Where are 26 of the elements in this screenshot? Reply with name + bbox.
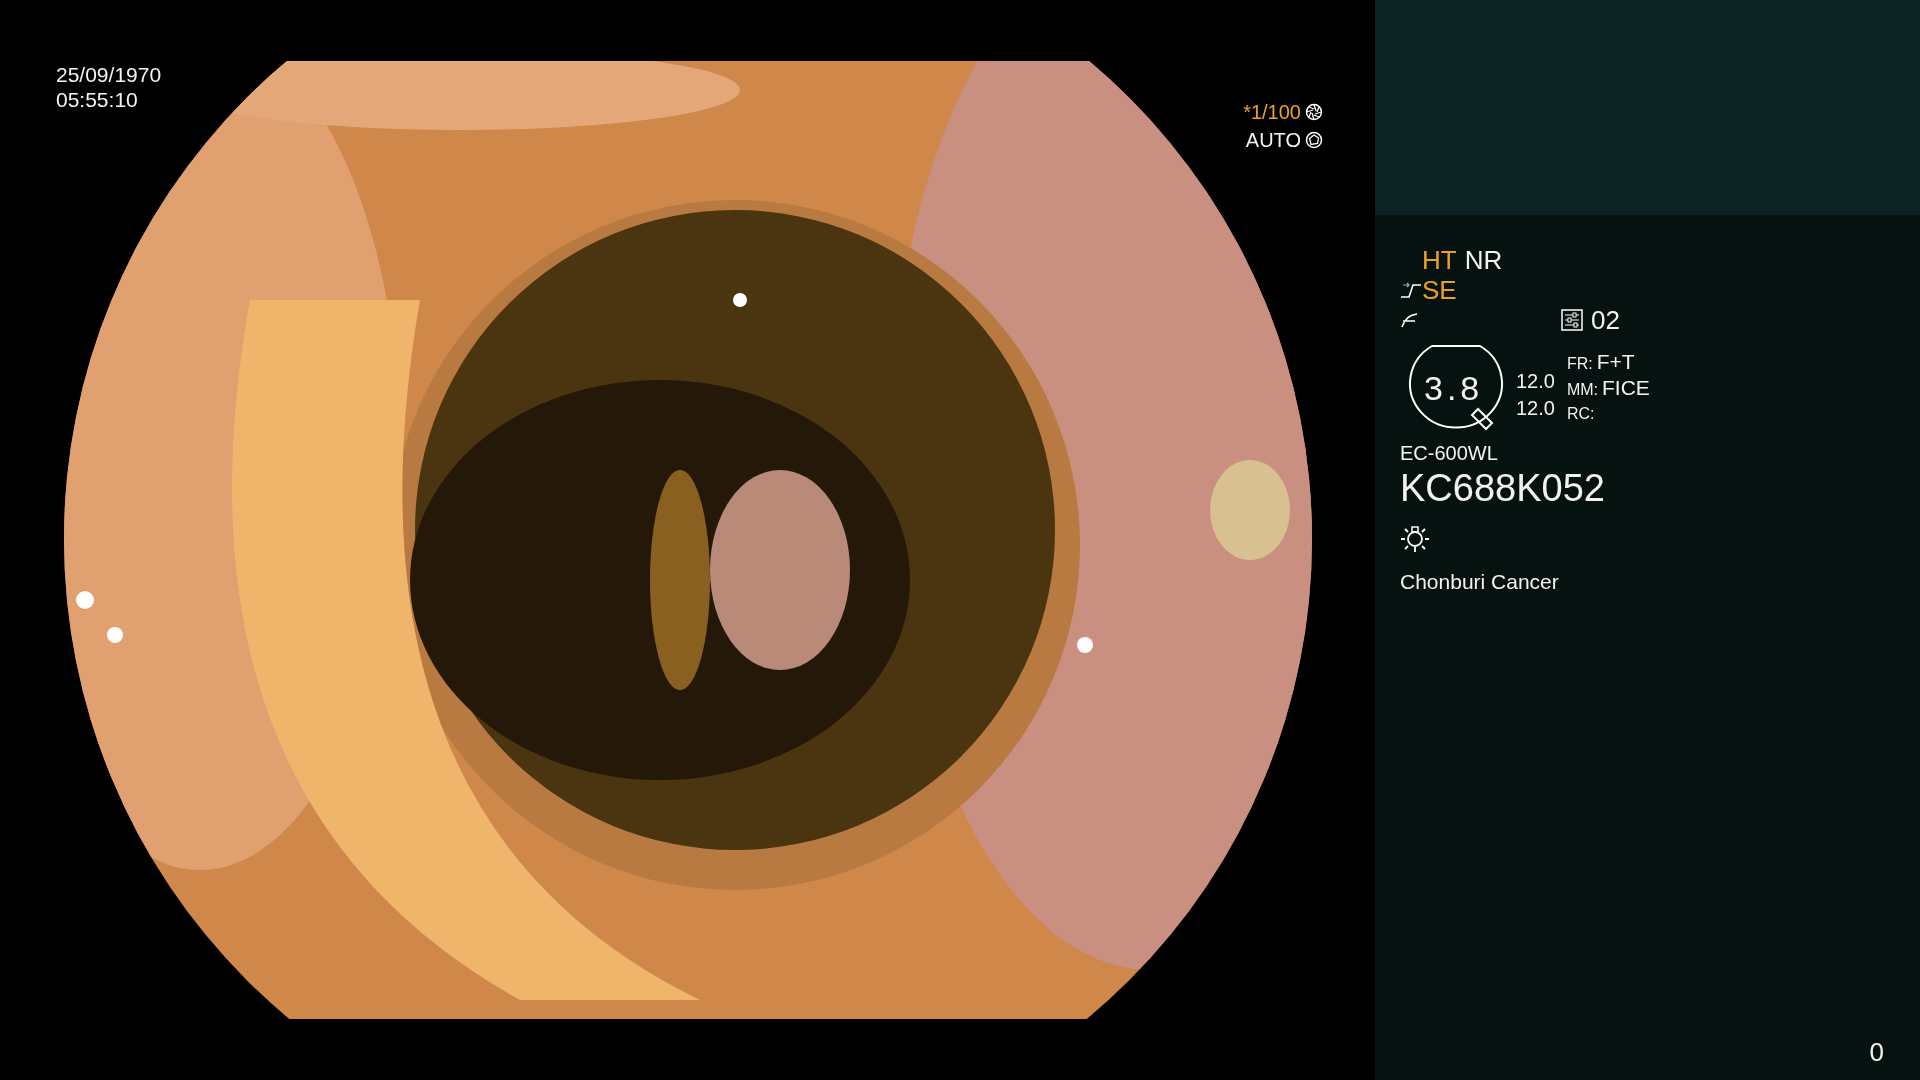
time-text: 05:55:10 xyxy=(56,87,139,112)
institution-name: Chonburi Cancer xyxy=(1400,569,1559,595)
setting-label: FR: xyxy=(1566,354,1593,374)
mode-indicator: HT xyxy=(1422,245,1457,275)
frame-counter: 0 xyxy=(1869,1036,1884,1069)
preset-number: 02 xyxy=(1591,305,1620,335)
scope-model: EC-600WL xyxy=(1400,441,1498,465)
scope-serial: KC688K052 xyxy=(1400,466,1605,511)
setting-value: FICE xyxy=(1602,376,1650,400)
tone-curve-icon xyxy=(1400,280,1422,300)
iris-mode-text: AUTO xyxy=(1245,128,1301,153)
contrast-curve-icon xyxy=(1400,310,1420,330)
setting-value: F+T xyxy=(1596,350,1635,374)
light-bulb-icon xyxy=(1400,523,1430,553)
shutter-speed-text: *1/100 xyxy=(1243,100,1301,125)
date-text: 25/09/1970 xyxy=(56,62,162,87)
iris-icon xyxy=(1305,131,1323,149)
sliders-icon xyxy=(1561,309,1583,331)
reading-value: 12.0 xyxy=(1516,369,1555,394)
setting-label: RC: xyxy=(1566,404,1595,424)
enhance-indicator: SE xyxy=(1422,275,1457,305)
aperture-icon xyxy=(1305,103,1323,121)
reading-value: 12.0 xyxy=(1516,396,1555,421)
zoom-value: 3.8 xyxy=(1424,369,1484,407)
setting-label: MM: xyxy=(1566,380,1599,400)
mode-indicator: NR xyxy=(1464,245,1503,275)
